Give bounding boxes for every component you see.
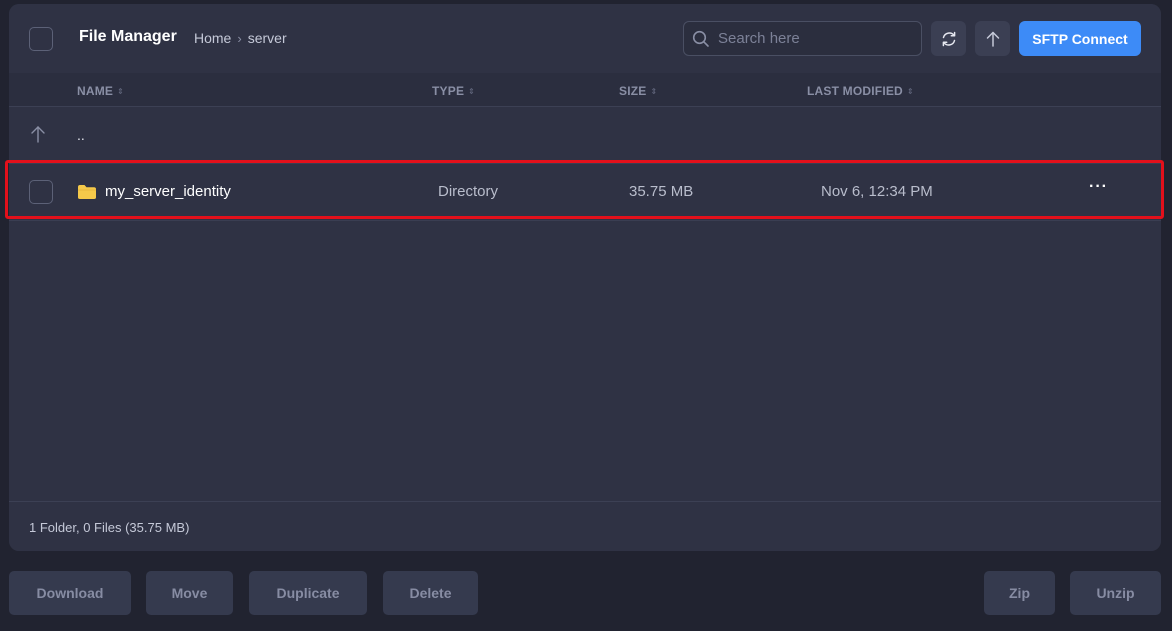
column-type-label: TYPE (432, 84, 465, 98)
delete-button[interactable]: Delete (383, 571, 478, 615)
sort-icon: ⇕ (117, 86, 125, 96)
sftp-connect-button[interactable]: SFTP Connect (1019, 21, 1141, 56)
move-button[interactable]: Move (146, 571, 233, 615)
chevron-right-icon: › (237, 30, 242, 46)
column-size-label: SIZE (619, 84, 647, 98)
column-type[interactable]: TYPE ⇕ (432, 84, 475, 98)
parent-directory-row[interactable]: .. (9, 107, 1161, 161)
breadcrumb-server[interactable]: server (248, 30, 287, 46)
download-button[interactable]: Download (9, 571, 131, 615)
file-manager-panel: File Manager Home › server Search here S… (9, 4, 1161, 551)
search-box[interactable] (683, 21, 922, 56)
search-input[interactable] (718, 30, 908, 47)
more-options-icon[interactable]: ··· (1089, 178, 1108, 196)
column-modified[interactable]: LAST MODIFIED ⇕ (807, 84, 914, 98)
breadcrumb-home[interactable]: Home (194, 30, 231, 46)
refresh-button[interactable] (931, 21, 966, 56)
duplicate-button[interactable]: Duplicate (249, 571, 367, 615)
breadcrumb: Home › server (194, 30, 287, 46)
unzip-button[interactable]: Unzip (1070, 571, 1161, 615)
column-name-label: NAME (77, 84, 114, 98)
page-title: File Manager (79, 28, 177, 45)
table-row[interactable]: my_server_identity Directory 35.75 MB No… (9, 163, 1161, 221)
sort-icon: ⇕ (650, 86, 658, 96)
search-icon (692, 30, 709, 47)
file-summary: 1 Folder, 0 Files (35.75 MB) (29, 520, 190, 535)
arrow-up-icon (986, 31, 999, 47)
refresh-icon (942, 31, 955, 46)
row-checkbox[interactable] (29, 180, 53, 204)
status-footer: 1 Folder, 0 Files (35.75 MB) (9, 501, 1161, 551)
file-modified: Nov 6, 12:34 PM (821, 183, 933, 200)
folder-icon (78, 185, 96, 199)
column-header-row: NAME ⇕ TYPE ⇕ SIZE ⇕ LAST MODIFIED ⇕ (9, 73, 1161, 107)
sort-icon: ⇕ (906, 86, 914, 96)
file-type: Directory (438, 183, 499, 200)
zip-button[interactable]: Zip (984, 571, 1055, 615)
parent-directory-label: .. (77, 127, 85, 143)
column-name[interactable]: NAME ⇕ (77, 84, 124, 98)
file-size: 35.75 MB (629, 183, 694, 200)
upload-button[interactable] (975, 21, 1010, 56)
select-all-checkbox[interactable] (29, 27, 53, 51)
column-size[interactable]: SIZE ⇕ (619, 84, 657, 98)
column-modified-label: LAST MODIFIED (807, 84, 903, 98)
arrow-up-icon (31, 126, 45, 143)
file-manager-header: File Manager Home › server Search here S… (9, 4, 1161, 73)
sort-icon: ⇕ (468, 86, 476, 96)
file-name[interactable]: my_server_identity (105, 183, 231, 200)
